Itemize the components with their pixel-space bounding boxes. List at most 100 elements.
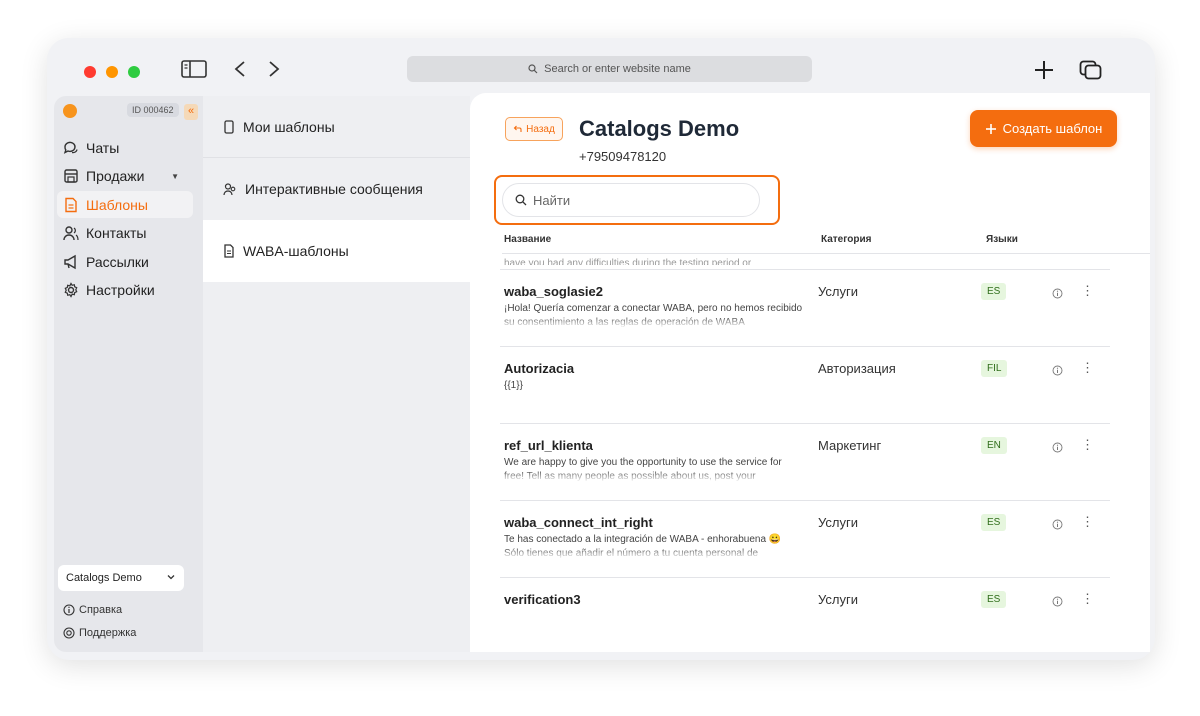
- back-label: Назад: [526, 123, 555, 135]
- more-options-icon[interactable]: ⋮: [1081, 514, 1094, 530]
- sidebar-item-settings[interactable]: Настройки: [57, 277, 193, 304]
- document-icon: [63, 197, 79, 213]
- info-icon[interactable]: [1052, 596, 1063, 607]
- sidebar-item-mailings[interactable]: Рассылки: [57, 248, 193, 275]
- info-icon[interactable]: [1052, 519, 1063, 530]
- template-name: waba_connect_int_right: [504, 515, 653, 530]
- sidebar-item-label: Рассылки: [86, 253, 149, 270]
- minimize-window-button[interactable]: [106, 66, 118, 78]
- maximize-window-button[interactable]: [128, 66, 140, 78]
- language-badge: ES: [981, 514, 1007, 531]
- account-select[interactable]: Catalogs Demo: [58, 565, 184, 591]
- phone-icon: [224, 119, 234, 134]
- search-input[interactable]: Найти: [502, 183, 760, 217]
- language-badge: ES: [981, 283, 1007, 300]
- tab-waba-templates[interactable]: WABA-шаблоны: [203, 220, 470, 282]
- template-preview: ¡Hola! Quería comenzar a conectar WABA, …: [504, 303, 803, 328]
- sidebar-item-chats[interactable]: Чаты: [57, 134, 193, 161]
- help-label: Справка: [79, 604, 123, 616]
- info-icon[interactable]: [1052, 442, 1063, 453]
- info-icon[interactable]: [1052, 365, 1063, 376]
- column-header-name[interactable]: Название: [504, 234, 551, 245]
- table-row[interactable]: waba_connect_int_right Te has conectado …: [500, 500, 1110, 577]
- account-select-value: Catalogs Demo: [66, 572, 142, 584]
- search-placeholder: Найти: [533, 192, 571, 208]
- template-name: ref_url_klienta: [504, 438, 593, 453]
- column-header-languages[interactable]: Языки: [986, 234, 1018, 245]
- template-category: Услуги: [818, 284, 858, 299]
- main-content: Назад Catalogs Demo +79509478120 Создать…: [470, 93, 1150, 652]
- plus-icon: [985, 123, 996, 134]
- page-title: Catalogs Demo: [579, 116, 740, 141]
- language-badge: FIL: [981, 360, 1008, 377]
- table-row[interactable]: waba_soglasie2 ¡Hola! Quería comenzar a …: [500, 269, 1110, 346]
- tab-interactive-messages[interactable]: Интерактивные сообщения: [203, 158, 470, 220]
- table-row[interactable]: ref_url_klienta We are happy to give you…: [500, 423, 1110, 500]
- sidebar-item-label: Продажи: [86, 168, 145, 184]
- file-icon: [224, 244, 234, 258]
- create-template-button[interactable]: Создать шаблон: [970, 110, 1117, 147]
- template-name: Autorizacia: [504, 361, 575, 376]
- sidebar-item-label: Контакты: [86, 225, 147, 241]
- info-icon[interactable]: [1052, 288, 1063, 299]
- header-divider: [502, 253, 1150, 254]
- tab-label: Мои шаблоны: [243, 118, 335, 135]
- close-window-button[interactable]: [84, 66, 96, 78]
- app-logo: [63, 104, 77, 118]
- more-options-icon[interactable]: ⋮: [1081, 437, 1094, 453]
- support-link[interactable]: Поддержка: [63, 627, 136, 639]
- sidebar-nav: Чаты Продажи ▼ Шаблоны Контакты Рассылки…: [57, 134, 193, 305]
- sidebar-item-templates[interactable]: Шаблоны: [57, 191, 193, 218]
- template-type-panel: Мои шаблоны Интерактивные сообщения WABA…: [203, 96, 470, 652]
- sidebar-item-label: Шаблоны: [86, 196, 148, 213]
- browser-window: Search or enter website name ID 000462 «…: [47, 38, 1155, 660]
- cut-off-row-text: have you had any difficulties during the…: [504, 258, 752, 265]
- gear-icon: [63, 282, 79, 298]
- more-options-icon[interactable]: ⋮: [1081, 360, 1094, 376]
- lifebuoy-icon: [63, 627, 75, 639]
- language-badge: EN: [981, 437, 1007, 454]
- page-phone: +79509478120: [579, 149, 667, 164]
- tab-label: WABA-шаблоны: [243, 243, 349, 259]
- tab-label: Интерактивные сообщения: [245, 181, 423, 197]
- template-category: Услуги: [818, 515, 858, 530]
- help-link[interactable]: Справка: [63, 604, 122, 616]
- language-badge: ES: [981, 591, 1007, 608]
- info-icon: [63, 604, 75, 616]
- account-id-badge: ID 000462: [127, 103, 179, 117]
- chevron-down-icon: [167, 575, 175, 580]
- template-preview: {{1}}: [504, 380, 523, 391]
- back-button[interactable]: Назад: [505, 117, 563, 141]
- contacts-icon: [63, 225, 79, 241]
- more-options-icon[interactable]: ⋮: [1081, 591, 1094, 607]
- template-preview: We are happy to give you the opportunity…: [504, 457, 782, 482]
- app-sidebar: ID 000462 « Чаты Продажи ▼ Шаблоны Конта…: [54, 96, 203, 652]
- new-tab-icon[interactable]: [1034, 60, 1054, 80]
- tab-my-templates[interactable]: Мои шаблоны: [203, 96, 470, 158]
- template-name: verification3: [504, 592, 581, 607]
- users-icon: [223, 183, 236, 196]
- store-icon: [63, 168, 79, 184]
- tabs-overview-icon[interactable]: [1079, 60, 1103, 80]
- forward-arrow-icon[interactable]: [267, 60, 281, 78]
- create-template-label: Создать шаблон: [1002, 121, 1103, 136]
- address-bar[interactable]: Search or enter website name: [407, 56, 812, 82]
- sidebar-toggle-icon[interactable]: [181, 60, 207, 78]
- template-category: Авторизация: [818, 361, 896, 376]
- megaphone-icon: [63, 254, 79, 270]
- sidebar-item-label: Настройки: [86, 282, 155, 298]
- template-name: waba_soglasie2: [504, 284, 603, 299]
- support-label: Поддержка: [79, 627, 137, 639]
- collapse-sidebar-button[interactable]: «: [184, 104, 198, 120]
- sidebar-item-contacts[interactable]: Контакты: [57, 220, 193, 247]
- caret-down-icon: ▼: [171, 171, 179, 181]
- more-options-icon[interactable]: ⋮: [1081, 283, 1094, 299]
- table-row[interactable]: verification3 Услуги ES ⋮: [500, 577, 1110, 652]
- template-preview: [504, 610, 804, 636]
- template-preview: Te has conectado a la integración de WAB…: [504, 534, 782, 559]
- address-placeholder: Search or enter website name: [544, 63, 691, 75]
- sidebar-item-sales[interactable]: Продажи ▼: [57, 163, 193, 190]
- back-arrow-icon[interactable]: [233, 60, 247, 78]
- table-row[interactable]: Autorizacia {{1}} Авторизация FIL ⋮: [500, 346, 1110, 423]
- column-header-category[interactable]: Категория: [821, 234, 871, 245]
